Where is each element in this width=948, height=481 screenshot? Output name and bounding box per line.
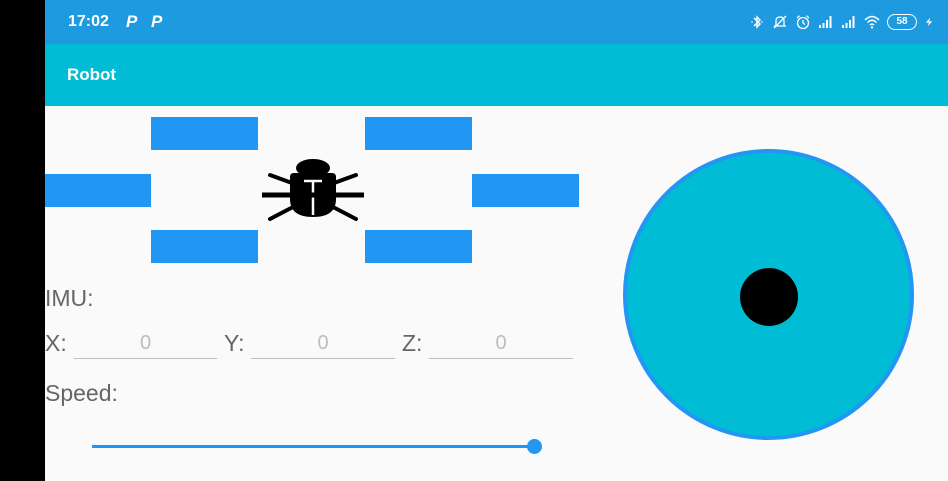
speed-slider[interactable]: [92, 436, 542, 458]
signal-icon: [842, 16, 855, 28]
joystick[interactable]: [623, 149, 914, 440]
charging-icon: [925, 17, 933, 27]
z-label: Z:: [402, 330, 423, 356]
backward-left-button[interactable]: [151, 230, 258, 263]
left-button[interactable]: [45, 174, 151, 207]
z-field[interactable]: [429, 328, 573, 359]
notification-icon: P: [126, 12, 138, 31]
app-title: Robot: [67, 65, 117, 84]
status-time: 17:02: [68, 13, 109, 30]
alarm-icon: [796, 15, 810, 30]
bug-icon: [262, 159, 364, 221]
forward-right-button[interactable]: [365, 117, 472, 150]
y-label: Y:: [224, 330, 245, 356]
app-bar: Robot: [45, 44, 948, 106]
mute-icon: [773, 15, 787, 29]
screen-bezel: [0, 0, 45, 481]
battery-level: 58: [887, 14, 917, 30]
y-field[interactable]: [251, 328, 395, 359]
x-label: X:: [45, 330, 67, 356]
slider-track: [92, 445, 532, 448]
imu-label: IMU:: [45, 285, 94, 311]
notification-icon: P: [151, 12, 163, 31]
status-bar: 17:02 P P 58: [45, 0, 948, 44]
wifi-icon: [864, 15, 880, 29]
battery-icon: 58: [887, 14, 917, 30]
speed-label: Speed:: [45, 380, 118, 406]
x-field[interactable]: [74, 328, 217, 359]
slider-thumb[interactable]: [526, 439, 542, 454]
bluetooth-icon: [751, 15, 763, 29]
right-button[interactable]: [472, 174, 579, 207]
backward-right-button[interactable]: [365, 230, 472, 263]
forward-left-button[interactable]: [151, 117, 258, 150]
status-icons: 58: [749, 0, 934, 44]
joystick-knob[interactable]: [740, 268, 798, 326]
app-screen: 17:02 P P 58 Robot IMU: X: 0 Y: 0 Z: 0 S…: [45, 0, 948, 481]
signal-icon: [819, 16, 832, 28]
